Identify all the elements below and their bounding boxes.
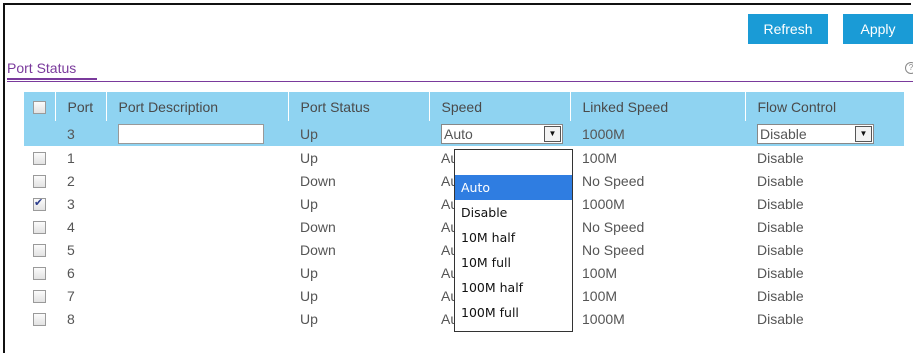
apply-button[interactable]: Apply: [843, 14, 913, 44]
row-checkbox[interactable]: [33, 196, 46, 212]
row-checkbox[interactable]: [33, 152, 46, 166]
description-cell: [106, 261, 288, 284]
speed-option[interactable]: 100M half: [455, 275, 572, 300]
speed-option[interactable]: 100M full: [455, 300, 572, 325]
port-cell: 7: [67, 287, 75, 304]
select-all-checkbox[interactable]: [32, 101, 46, 115]
flow-control-select[interactable]: Disable ▼: [757, 123, 874, 144]
description-cell: [106, 307, 288, 330]
chevron-down-icon[interactable]: ▼: [544, 125, 561, 142]
description-cell: [106, 169, 288, 192]
speed-select-value: Auto: [444, 125, 473, 142]
row-checkbox[interactable]: [33, 267, 46, 281]
status-cell: Up: [300, 264, 318, 281]
column-header: Port Description: [106, 92, 289, 121]
select-all-cell: [24, 92, 56, 121]
column-header: Flow Control: [745, 92, 905, 121]
section-title-underline: [7, 78, 97, 80]
linked-speed-cell: 100M: [582, 149, 618, 166]
status-cell: Up: [300, 287, 318, 304]
linked-speed-cell: No Speed: [582, 241, 645, 258]
flow-control-select-value: Disable: [760, 125, 807, 142]
speed-option[interactable]: 10M full: [455, 250, 572, 275]
flow-control-cell: Disable: [757, 195, 804, 212]
table-header-row: Port Port Description Port Status Speed …: [24, 92, 905, 121]
description-cell: [106, 215, 288, 238]
speed-select[interactable]: Auto ▼: [441, 123, 563, 144]
port-cell: 1: [67, 149, 75, 166]
description-cell: [106, 238, 288, 261]
row-checkbox[interactable]: [33, 221, 46, 235]
section-title: Port Status: [7, 60, 77, 76]
column-header: Speed: [429, 92, 571, 121]
flow-control-cell: Disable: [757, 287, 804, 304]
speed-option[interactable]: Disable: [455, 200, 572, 225]
linked-speed-cell: 100M: [582, 287, 618, 304]
port-cell: 2: [67, 172, 75, 189]
section-divider: [7, 81, 913, 82]
edit-linked-speed: 1000M: [582, 125, 625, 142]
row-checkbox[interactable]: [33, 244, 46, 258]
port-cell: 4: [67, 218, 75, 235]
port-cell: 5: [67, 241, 75, 258]
row-checkbox[interactable]: [33, 313, 46, 327]
port-description-input[interactable]: [118, 123, 264, 144]
status-cell: Up: [300, 195, 318, 212]
flow-control-cell: Disable: [757, 218, 804, 235]
column-header: Port Status: [288, 92, 430, 121]
flow-control-cell: Disable: [757, 149, 804, 166]
port-cell: 6: [67, 264, 75, 281]
row-checkbox[interactable]: [33, 290, 46, 304]
port-cell: 3: [67, 195, 75, 212]
port-cell: 8: [67, 310, 75, 327]
status-cell: Down: [300, 218, 336, 235]
refresh-button[interactable]: Refresh: [748, 14, 828, 44]
flow-control-cell: Disable: [757, 241, 804, 258]
edit-row: 3 Up Auto ▼ 1000M Disable ▼: [24, 121, 904, 146]
help-icon[interactable]: ?: [905, 62, 913, 74]
speed-option[interactable]: 10M half: [455, 225, 572, 250]
row-checkbox[interactable]: [33, 175, 46, 189]
chevron-down-icon[interactable]: ▼: [855, 125, 872, 142]
flow-control-cell: Disable: [757, 172, 804, 189]
edit-status: Up: [300, 125, 318, 142]
status-cell: Up: [300, 149, 318, 166]
column-header: Linked Speed: [570, 92, 746, 121]
linked-speed-cell: No Speed: [582, 218, 645, 235]
description-cell: [106, 146, 288, 169]
flow-control-cell: Disable: [757, 264, 804, 281]
status-cell: Down: [300, 241, 336, 258]
status-cell: Down: [300, 172, 336, 189]
status-cell: Up: [300, 310, 318, 327]
dropdown-blank-row: [455, 150, 572, 175]
speed-option[interactable]: Auto: [455, 175, 572, 200]
edit-port: 3: [67, 125, 75, 142]
linked-speed-cell: 100M: [582, 264, 618, 281]
linked-speed-cell: No Speed: [582, 172, 645, 189]
column-header: Port: [55, 92, 107, 121]
description-cell: [106, 192, 288, 215]
description-cell: [106, 284, 288, 307]
flow-control-cell: Disable: [757, 310, 804, 327]
speed-dropdown-menu: Auto Disable 10M half 10M full 100M half 100M…: [454, 149, 573, 332]
linked-speed-cell: 1000M: [582, 310, 625, 327]
linked-speed-cell: 1000M: [582, 195, 625, 212]
